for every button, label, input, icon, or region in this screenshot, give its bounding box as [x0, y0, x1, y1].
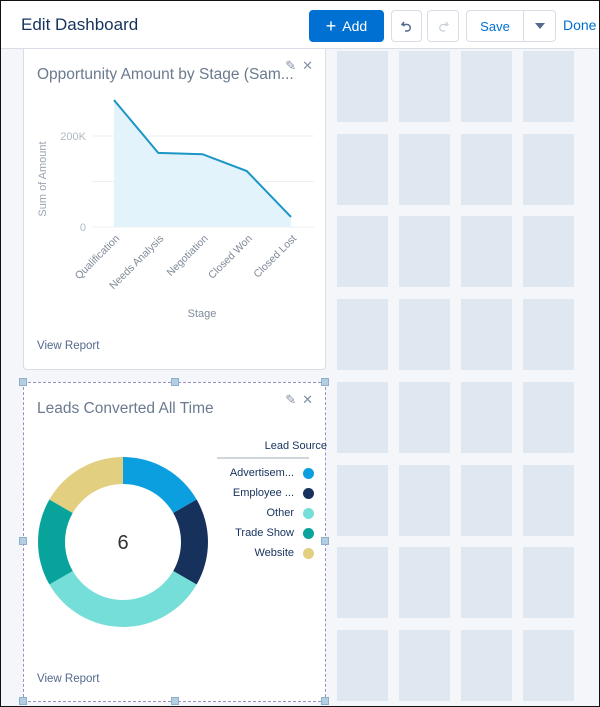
resize-handle-top-right[interactable] [321, 378, 329, 386]
grid-placeholder-cell [399, 216, 450, 287]
resize-handle-bottom-left[interactable] [19, 697, 27, 705]
widget-opportunity-amount[interactable]: Opportunity Amount by Stage (Sam... ✎ ✕ … [23, 49, 326, 370]
legend-item: Website [174, 543, 314, 563]
legend-label: Website [254, 547, 294, 559]
area-fill [114, 100, 291, 227]
save-options-button[interactable] [523, 10, 556, 42]
legend-label: Other [266, 507, 294, 519]
donut-slice-trade-show [38, 499, 73, 585]
legend-label: Advertisem... [229, 467, 294, 479]
dashboard-editor: Edit Dashboard + Add Save Done Opportuni… [0, 0, 600, 707]
grid-placeholder-cell [461, 134, 512, 205]
y-tick-label: 0 [80, 222, 86, 234]
grid-placeholder-cell [523, 547, 574, 618]
grid-placeholder-cell [337, 134, 388, 205]
legend-item: Advertisem... [174, 463, 314, 483]
grid-placeholder-cell [461, 547, 512, 618]
grid-placeholder-cell [337, 465, 388, 536]
grid-placeholder-cell [399, 299, 450, 370]
chevron-down-icon [534, 23, 545, 29]
y-axis-label: Sum of Amount [37, 141, 49, 216]
grid-placeholder-cell [523, 216, 574, 287]
grid-placeholder-cell [399, 382, 450, 453]
widget-title: Leads Converted All Time [37, 400, 214, 417]
grid-placeholder-cell [337, 299, 388, 370]
resize-handle-top[interactable] [171, 378, 179, 386]
legend-swatch [303, 467, 314, 479]
legend-swatch [303, 527, 314, 539]
grid-placeholder-cell [461, 299, 512, 370]
grid-placeholder-cell [337, 216, 388, 287]
x-tick-label: Closed Won [206, 233, 255, 282]
x-tick-label: Closed Lost [251, 233, 299, 281]
plus-icon: + [325, 16, 337, 36]
resize-handle-bottom[interactable] [171, 697, 179, 705]
legend-item: Other [174, 503, 314, 523]
x-axis-label: Stage [188, 308, 217, 320]
grid-placeholder-cell [337, 382, 388, 453]
legend-swatch [303, 487, 314, 499]
x-tick-label: Negotiation [165, 233, 211, 279]
grid-placeholder-cell [523, 382, 574, 453]
resize-handle-right[interactable] [321, 537, 329, 545]
add-button-label: Add [342, 18, 368, 34]
edit-icon[interactable]: ✎ [285, 392, 296, 408]
page-title: Edit Dashboard [21, 15, 139, 34]
legend-swatch [303, 507, 314, 519]
undo-icon [400, 21, 411, 32]
grid-placeholder-cell [461, 51, 512, 122]
grid-placeholder-cell [523, 51, 574, 122]
resize-handle-bottom-right[interactable] [321, 697, 329, 705]
redo-button[interactable] [427, 10, 459, 42]
grid-placeholder-cell [461, 630, 512, 701]
legend-item: Trade Show [174, 523, 314, 543]
close-icon[interactable]: ✕ [302, 392, 313, 408]
grid-placeholder-cell [399, 134, 450, 205]
grid-placeholder-cell [461, 216, 512, 287]
donut-slice-other [49, 571, 197, 627]
legend-item: Employee ... [174, 483, 314, 503]
area-chart: 0200KSum of AmountQualificationNeeds Ana… [37, 99, 314, 320]
legend-divider [217, 457, 309, 459]
resize-handle-top-left[interactable] [19, 378, 27, 386]
donut-slice-website [49, 457, 123, 513]
grid-placeholder-cell [337, 630, 388, 701]
widget-actions: ✎ ✕ [285, 392, 313, 408]
grid-placeholder-cell [461, 382, 512, 453]
grid-placeholder-cell [523, 299, 574, 370]
grid-placeholder-cell [523, 630, 574, 701]
grid-placeholder-cell [337, 51, 388, 122]
view-report-link[interactable]: View Report [37, 340, 99, 352]
y-tick-label: 200K [60, 131, 86, 143]
grid-placeholder-cell [399, 465, 450, 536]
grid-placeholder-cell [399, 630, 450, 701]
redo-icon [439, 21, 449, 32]
legend-title: Lead Source [264, 440, 327, 452]
done-button[interactable]: Done [563, 17, 596, 33]
save-button[interactable]: Save [466, 10, 524, 42]
chart-legend: Advertisem... Employee ... Other Trade Show… [174, 463, 314, 563]
grid-placeholder-cell [399, 51, 450, 122]
legend-label: Trade Show [235, 527, 294, 539]
add-button[interactable]: + Add [309, 10, 384, 42]
grid-placeholder-cell [399, 547, 450, 618]
view-report-link[interactable]: View Report [37, 673, 99, 685]
grid-placeholder-cell [523, 465, 574, 536]
resize-handle-left[interactable] [19, 537, 27, 545]
grid-placeholder-cell [337, 547, 388, 618]
grid-placeholder-cell [461, 465, 512, 536]
legend-swatch [303, 547, 314, 559]
undo-button[interactable] [391, 10, 422, 42]
widget-leads-converted[interactable]: Leads Converted All Time ✎ ✕ 6 Lead Sour… [19, 378, 329, 705]
grid-placeholder-cell [523, 134, 574, 205]
donut-center-value: 6 [117, 532, 128, 554]
editor-header: Edit Dashboard + Add Save Done [1, 1, 599, 49]
legend-label: Employee ... [232, 487, 294, 499]
